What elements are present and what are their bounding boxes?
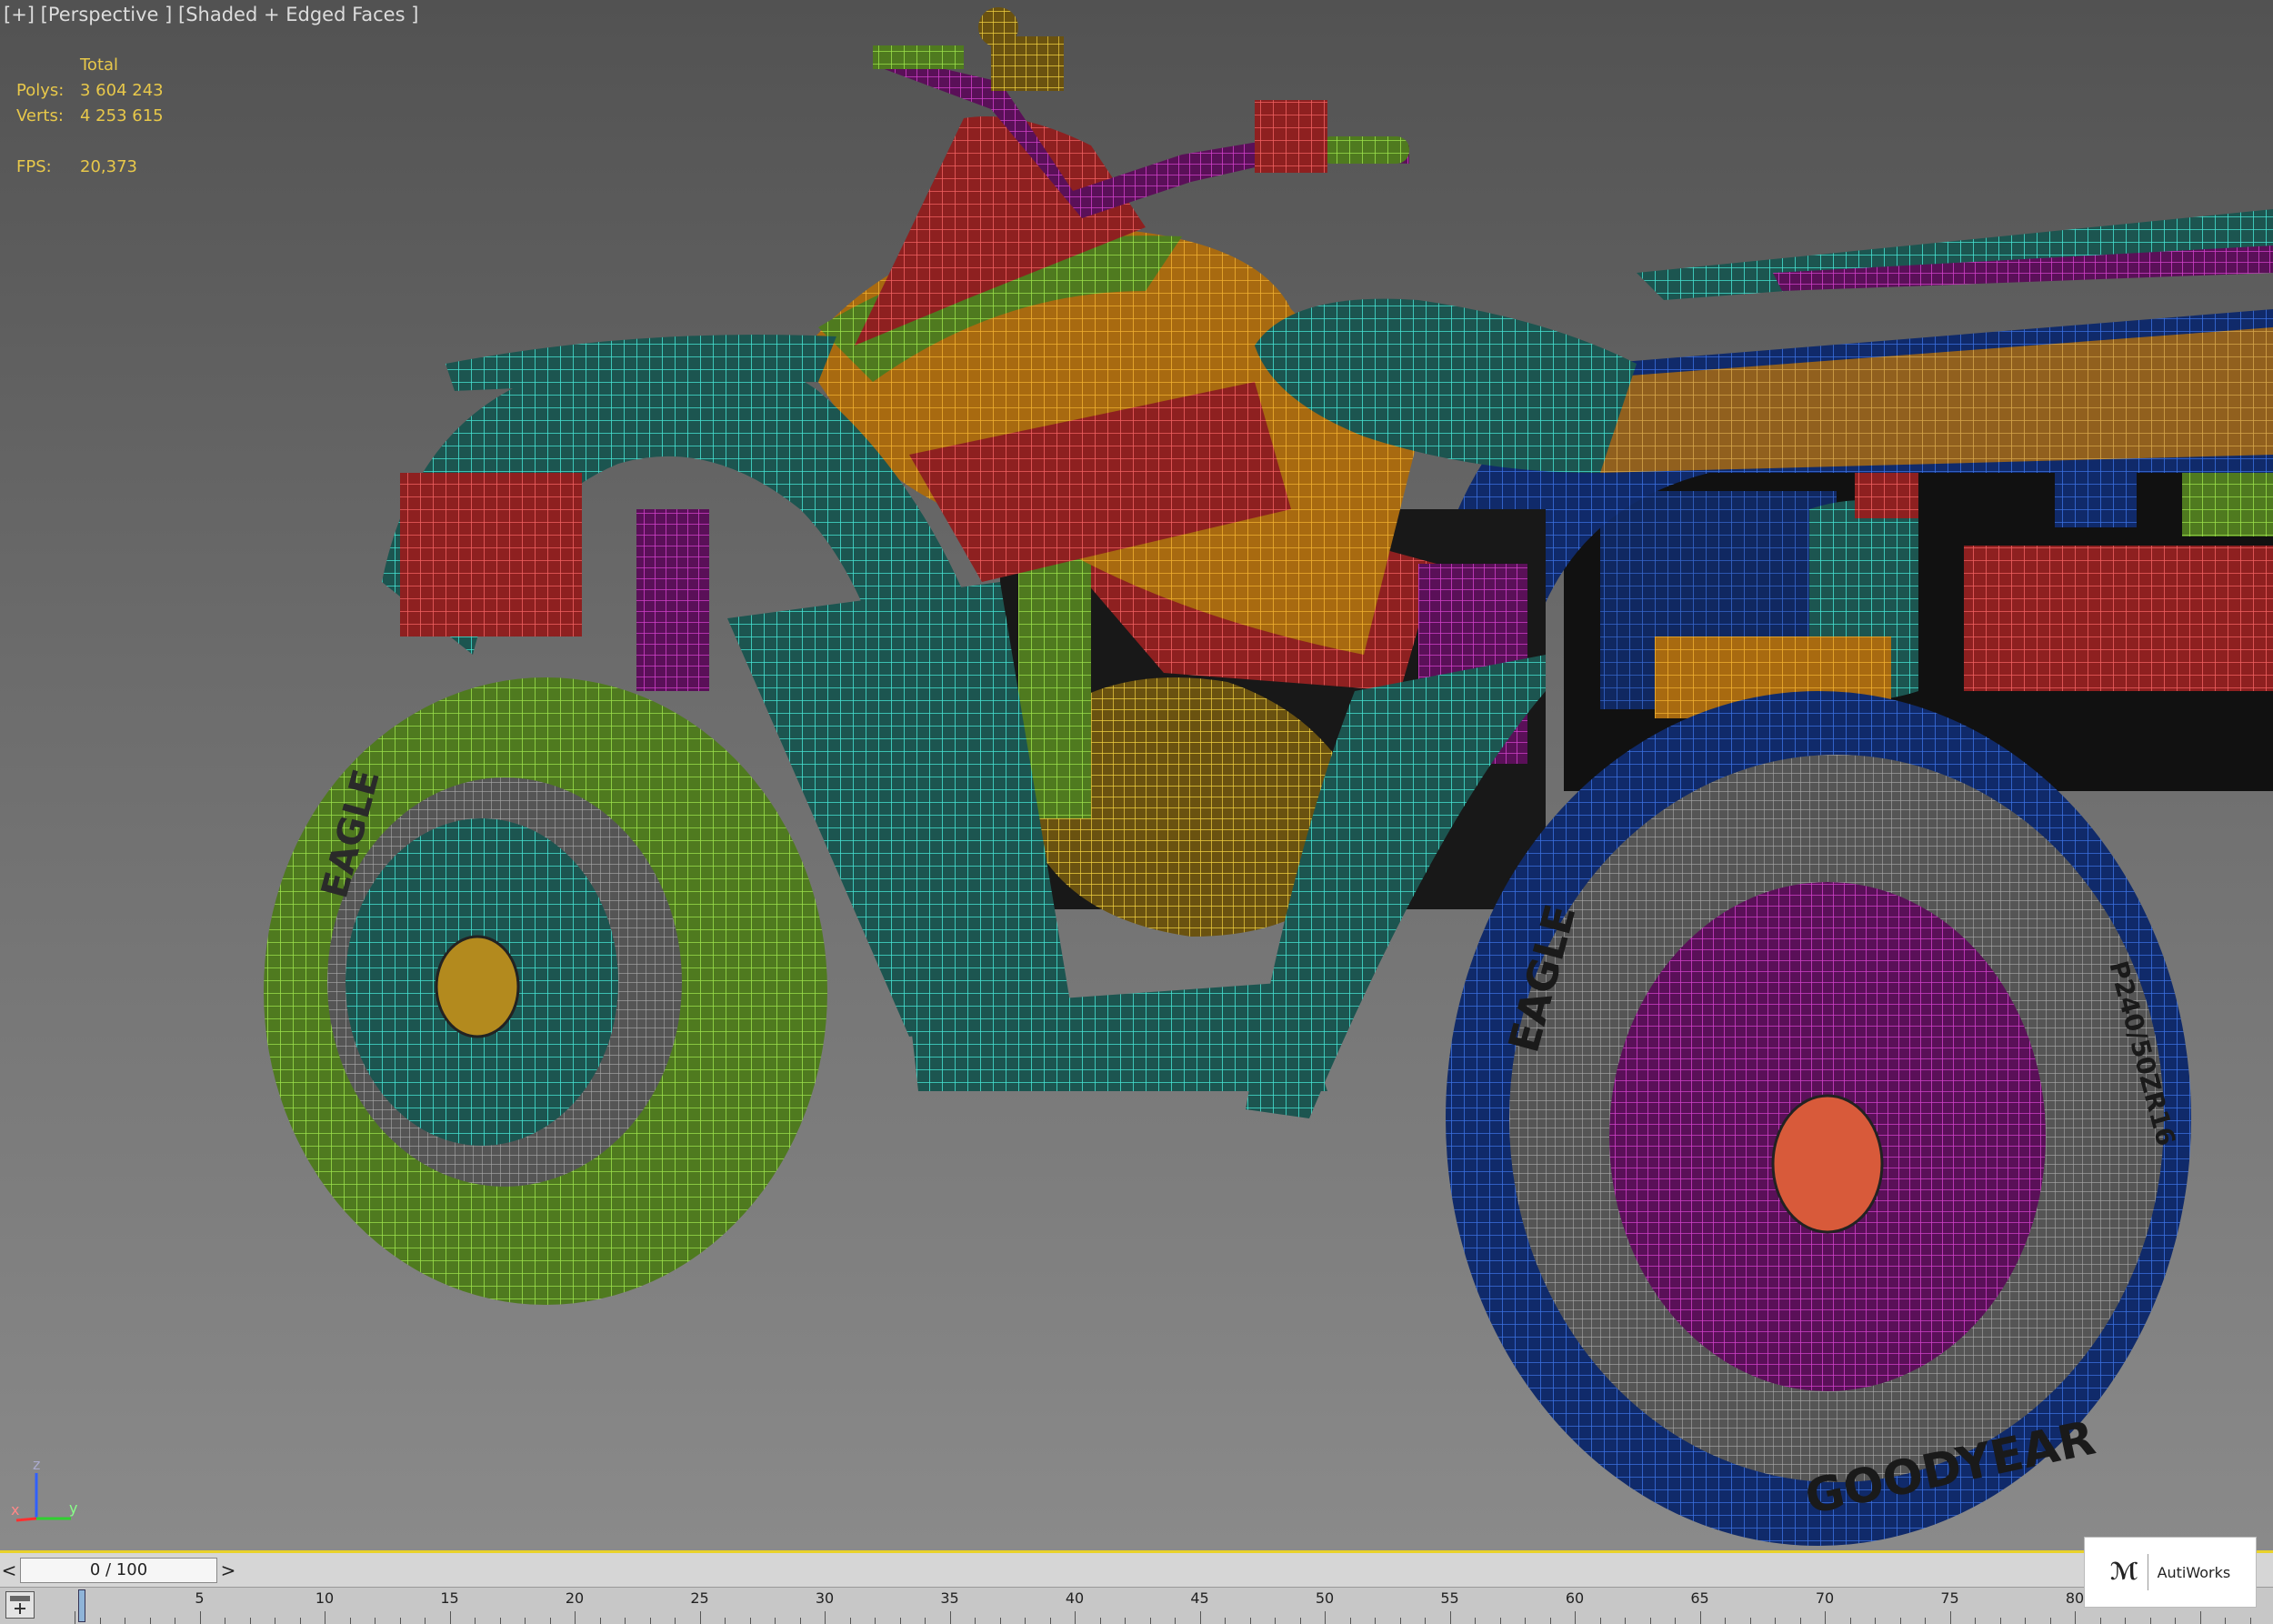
- ruler-label: 75: [1940, 1589, 1959, 1607]
- viewport-perspective[interactable]: EAGLE EAGLE P240/50ZR16 GOODYEAR [+] [Pe…: [0, 0, 2273, 1550]
- fps-value: 20,373: [80, 157, 137, 176]
- ruler-label: 15: [440, 1589, 459, 1607]
- ruler-tick: [1199, 1611, 1201, 1624]
- front-wheel: EAGLE: [264, 677, 827, 1305]
- rear-wheel: EAGLE P240/50ZR16 GOODYEAR: [1446, 691, 2191, 1546]
- watermark-logo: ℳ AutiWorks: [2084, 1537, 2257, 1608]
- ruler-tick: [575, 1611, 576, 1624]
- ruler-tick: [699, 1611, 701, 1624]
- frame-ruler[interactable]: 510152025303540455055606570758085: [75, 1588, 2273, 1624]
- track-bar[interactable]: 510152025303540455055606570758085: [0, 1587, 2273, 1624]
- ruler-tick: [1575, 1611, 1576, 1624]
- time-next-button[interactable]: >: [219, 1557, 237, 1584]
- mirror-bracket: [991, 36, 1064, 91]
- ruler-label: 55: [1440, 1589, 1459, 1607]
- ruler-label: 60: [1565, 1589, 1585, 1607]
- ruler-label: 30: [815, 1589, 835, 1607]
- axis-gizmo-icon: z x y: [11, 1456, 77, 1522]
- logo-mark-icon: ℳ: [2109, 1559, 2138, 1586]
- ruler-label: 10: [315, 1589, 335, 1607]
- fps-label: FPS:: [16, 157, 52, 176]
- ruler-label: 80: [2065, 1589, 2085, 1607]
- time-slider-thumb[interactable]: 0 / 100: [20, 1557, 217, 1583]
- ruler-tick: [949, 1611, 951, 1624]
- ruler-tick: [449, 1611, 451, 1624]
- time-slider-bar: < 0 / 100 >: [0, 1550, 2273, 1587]
- viewport-label-menu[interactable]: [+] [Perspective ] [Shaded + Edged Faces…: [4, 4, 418, 25]
- ruler-tick: [1325, 1611, 1326, 1624]
- brake-lever-right: [1255, 100, 1327, 173]
- time-prev-button[interactable]: <: [0, 1557, 18, 1584]
- ruler-tick: [1825, 1611, 1826, 1624]
- axis-x-label: x: [11, 1501, 19, 1519]
- right-grip: [1318, 136, 1409, 164]
- left-grip: [873, 45, 964, 69]
- ruler-label: 40: [1065, 1589, 1085, 1607]
- statistics-overlay: Total Polys: 3 604 243 Verts: 4 253 615 FP…: [16, 53, 244, 180]
- stats-header: Total: [80, 55, 119, 75]
- verts-value: 4 253 615: [80, 106, 164, 125]
- ruler-label: 50: [1315, 1589, 1335, 1607]
- ruler-tick: [2075, 1611, 2076, 1624]
- front-suspension-red: [400, 473, 582, 637]
- axis-y-label: y: [69, 1499, 77, 1517]
- ruler-tick: [1449, 1611, 1451, 1624]
- ruler-tick: [825, 1611, 826, 1624]
- ruler-label: 70: [1815, 1589, 1835, 1607]
- front-shock-pink: [636, 509, 709, 691]
- axis-z-label: z: [33, 1456, 40, 1473]
- logo-text: AutiWorks: [2157, 1563, 2231, 1581]
- ruler-label: 25: [690, 1589, 709, 1607]
- ruler-label: 65: [1690, 1589, 1709, 1607]
- ruler-tick: [1949, 1611, 1951, 1624]
- ruler-label: 20: [565, 1589, 585, 1607]
- key-filter-icon[interactable]: [5, 1591, 35, 1619]
- verts-label: Verts:: [16, 106, 64, 125]
- ruler-tick: [1699, 1611, 1701, 1624]
- atv-wireframe-model[interactable]: EAGLE EAGLE P240/50ZR16 GOODYEAR: [0, 0, 2273, 1550]
- ruler-tick: [2199, 1611, 2201, 1624]
- ruler-label: 45: [1190, 1589, 1209, 1607]
- polys-value: 3 604 243: [80, 81, 164, 100]
- ruler-label: 5: [195, 1589, 205, 1607]
- polys-label: Polys:: [16, 81, 65, 100]
- ruler-tick: [1075, 1611, 1076, 1624]
- ruler-tick: [199, 1611, 201, 1624]
- ruler-label: 35: [940, 1589, 959, 1607]
